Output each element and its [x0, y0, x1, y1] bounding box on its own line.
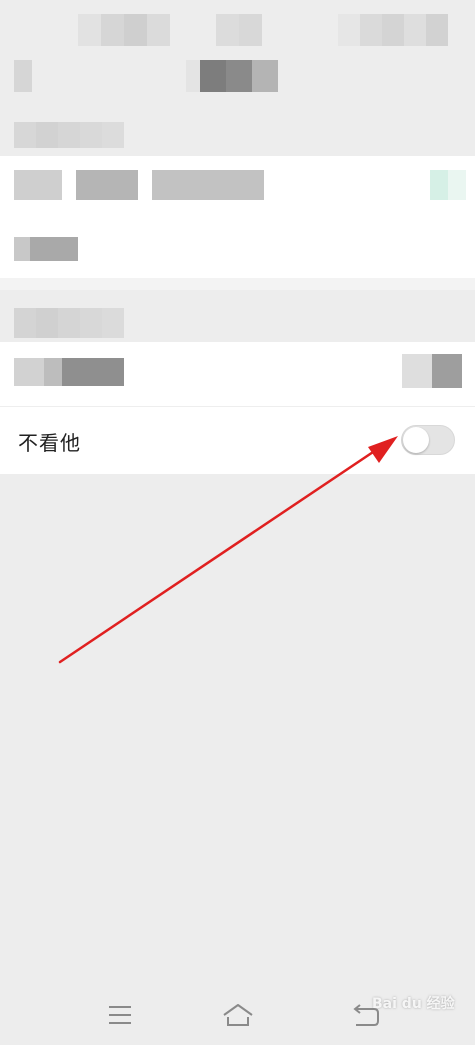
home-icon	[223, 1004, 253, 1026]
section-header	[0, 104, 475, 156]
settings-row-hide-his-moments[interactable]: 不看他	[0, 407, 475, 474]
settings-row-label	[14, 170, 264, 200]
toggle-knob	[403, 427, 429, 453]
section-header-label	[14, 122, 124, 148]
status-bar	[0, 0, 475, 48]
settings-row-value	[430, 170, 466, 200]
divider	[0, 278, 475, 290]
watermark-text: Bai du 经验	[372, 996, 455, 1012]
obscured-content	[78, 14, 170, 46]
hide-his-moments-toggle[interactable]	[401, 425, 455, 455]
settings-row-label	[14, 358, 124, 386]
menu-icon	[109, 1006, 131, 1024]
settings-row-toggle-obscured[interactable]	[402, 354, 462, 388]
obscured-content	[338, 14, 448, 46]
menu-button[interactable]	[98, 995, 142, 1035]
header	[0, 48, 475, 104]
home-button[interactable]	[216, 995, 260, 1035]
page-title	[186, 60, 278, 92]
hide-his-moments-label: 不看他	[18, 431, 81, 455]
watermark-logo: Bai du 经验	[372, 993, 472, 1033]
settings-row[interactable]	[0, 342, 475, 407]
settings-card: 不看他	[0, 342, 475, 474]
back-button[interactable]	[14, 60, 32, 92]
obscured-content	[216, 14, 262, 46]
section-header-label	[14, 308, 124, 338]
settings-card	[0, 156, 475, 278]
section-header	[0, 290, 475, 342]
settings-row-label	[14, 237, 78, 261]
settings-row[interactable]	[0, 217, 475, 278]
settings-row[interactable]	[0, 156, 475, 217]
